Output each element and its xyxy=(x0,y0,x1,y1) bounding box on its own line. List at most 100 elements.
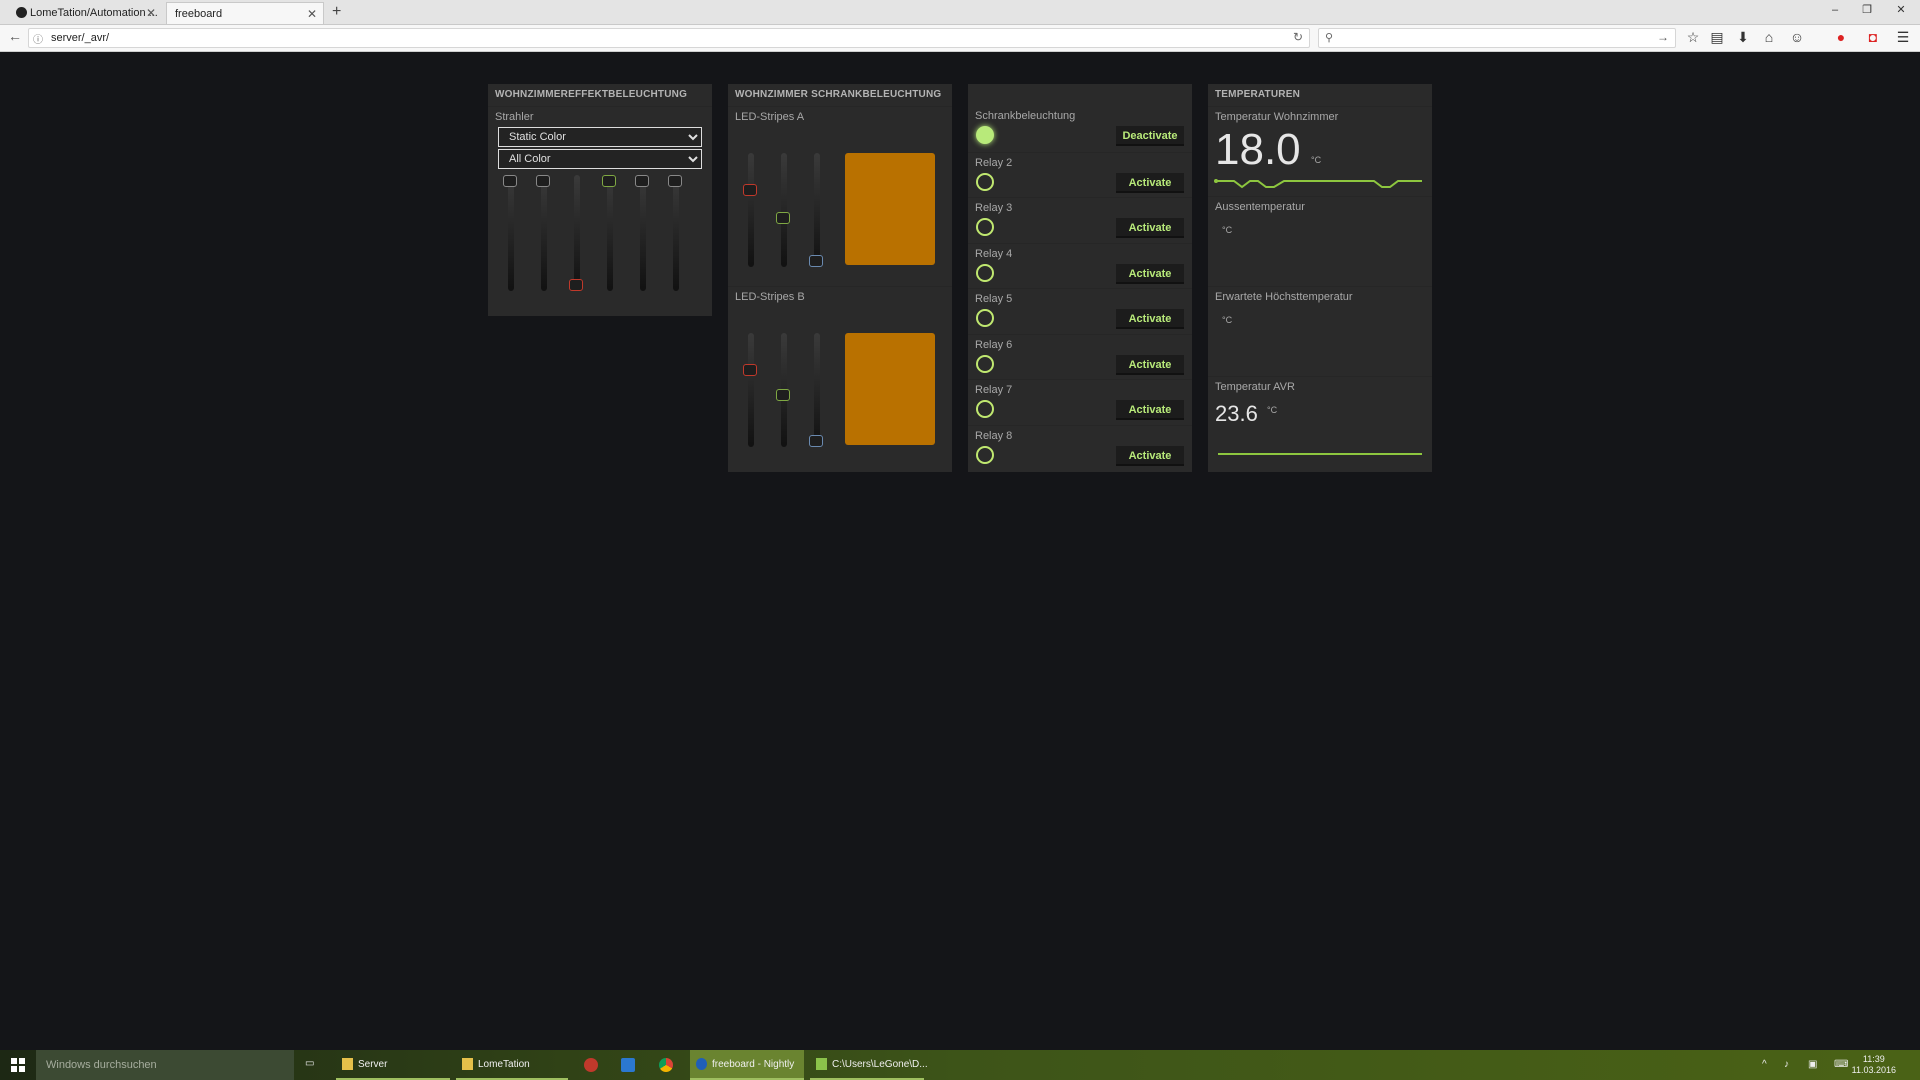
taskbar-item-lometation[interactable]: LomeTation xyxy=(456,1050,568,1080)
new-tab-button[interactable]: + xyxy=(332,2,341,22)
slider-handle[interactable] xyxy=(743,184,757,196)
adblock-icon[interactable]: ● xyxy=(1832,29,1850,45)
back-arrow-icon[interactable]: ← xyxy=(8,28,22,44)
widget-led-stripes-b: LED-Stripes B xyxy=(728,286,952,472)
taskbar-item-label: C:\Users\LeGone\D... xyxy=(832,1059,928,1070)
shield-icon[interactable]: ◘ xyxy=(1864,29,1882,45)
mode-select[interactable]: Static Color xyxy=(498,127,702,147)
widget-aussentemperatur: Aussentemperatur °C xyxy=(1208,196,1432,286)
tray-chevron-icon[interactable]: ^ xyxy=(1762,1059,1767,1070)
level-slider[interactable] xyxy=(809,333,823,447)
pane-relays: Schrankbeleuchtung Deactivate Relay 2 Activ… xyxy=(968,84,1192,472)
relay-indicator-light xyxy=(976,263,994,282)
widget-label: Erwartete Höchsttemperatur xyxy=(1215,291,1353,303)
level-slider[interactable] xyxy=(668,175,682,291)
relay-widget: Relay 4 Activate xyxy=(968,242,1192,289)
level-slider[interactable] xyxy=(743,333,757,447)
home-icon[interactable]: ⌂ xyxy=(1760,29,1778,45)
level-slider[interactable] xyxy=(569,175,583,291)
level-slider[interactable] xyxy=(536,175,550,291)
taskbar-clock[interactable]: 11:39 11.03.2016 xyxy=(1852,1054,1896,1076)
slider-handle[interactable] xyxy=(743,364,757,376)
temp-unit: °C xyxy=(1267,405,1278,415)
slider-handle[interactable] xyxy=(503,175,517,187)
menu-icon[interactable]: ☰ xyxy=(1894,29,1912,46)
star-icon[interactable]: ☆ xyxy=(1684,29,1702,46)
url-text[interactable]: server/_avr/ xyxy=(51,32,109,44)
relay-widget: Relay 2 Activate xyxy=(968,151,1192,198)
go-arrow-icon[interactable]: → xyxy=(1657,30,1669,44)
network-icon[interactable]: ▣ xyxy=(1808,1059,1817,1070)
relay-label: Relay 7 xyxy=(975,384,1013,396)
slider-handle[interactable] xyxy=(635,175,649,187)
color-select[interactable]: All Color xyxy=(498,149,702,169)
reload-icon[interactable]: ↻ xyxy=(1293,30,1303,44)
level-slider[interactable] xyxy=(743,153,757,267)
tab-freeboard[interactable]: freeboard ✕ xyxy=(166,2,324,24)
relay-indicator-light xyxy=(976,400,994,418)
window-close-icon[interactable]: ✕ xyxy=(1886,0,1916,20)
pane-title: TEMPERATUREN xyxy=(1208,84,1432,106)
activate-button[interactable]: Activate xyxy=(1116,445,1184,466)
temp-sparkline xyxy=(1214,179,1422,189)
slider-handle[interactable] xyxy=(602,175,616,187)
level-slider[interactable] xyxy=(776,153,790,267)
activate-button[interactable]: Activate xyxy=(1116,309,1184,329)
activate-button[interactable]: Activate xyxy=(1116,354,1184,375)
widget-strahler: Strahler Static Color All Color xyxy=(488,106,712,316)
tab-github[interactable]: LomeTation/Automation ... ✕ xyxy=(12,2,162,24)
level-slider[interactable] xyxy=(809,153,823,267)
search-input[interactable]: ⚲ → xyxy=(1318,28,1676,48)
level-slider[interactable] xyxy=(602,175,616,291)
taskbar-item-freeboard[interactable]: freeboard - Nightly xyxy=(690,1050,804,1080)
slider-handle[interactable] xyxy=(569,279,583,291)
relay-label: Relay 5 xyxy=(975,293,1013,305)
close-icon[interactable]: ✕ xyxy=(307,3,317,25)
taskbar-search-input[interactable]: Windows durchsuchen xyxy=(36,1050,294,1080)
level-slider[interactable] xyxy=(503,175,517,291)
clock-time: 11:39 xyxy=(1862,1054,1885,1064)
minimize-icon[interactable]: – xyxy=(1820,0,1850,20)
download-icon[interactable]: ⬇ xyxy=(1734,29,1752,46)
slider-handle[interactable] xyxy=(809,435,823,447)
task-view-icon[interactable]: ▭ xyxy=(305,1058,314,1069)
taskbar-item-server[interactable]: Server xyxy=(336,1050,450,1080)
slider-handle[interactable] xyxy=(776,212,790,224)
widget-label: LED-Stripes A xyxy=(735,111,805,123)
widget-label: Strahler xyxy=(495,111,534,123)
info-icon[interactable]: ⓘ xyxy=(33,31,43,46)
volume-icon[interactable]: ♪ xyxy=(1784,1059,1789,1070)
widget-led-stripes-a: LED-Stripes A xyxy=(728,106,952,286)
slider-handle[interactable] xyxy=(668,175,682,187)
folder-icon xyxy=(342,1058,353,1070)
level-slider[interactable] xyxy=(635,175,649,291)
activate-button[interactable]: Activate xyxy=(1116,263,1184,284)
chrome-icon[interactable] xyxy=(659,1058,673,1072)
taskbar-item-editor[interactable]: C:\Users\LeGone\D... xyxy=(810,1050,928,1080)
activate-button[interactable]: Activate xyxy=(1116,172,1184,193)
windows-start-icon[interactable] xyxy=(11,1058,25,1072)
color-swatch-a[interactable] xyxy=(845,153,935,265)
activate-button[interactable]: Activate xyxy=(1116,400,1184,420)
slider-handle[interactable] xyxy=(776,389,790,401)
color-swatch-b[interactable] xyxy=(845,333,935,445)
clipboard-icon[interactable]: ▤ xyxy=(1708,29,1726,46)
slider-handle[interactable] xyxy=(809,255,823,267)
level-slider[interactable] xyxy=(776,333,790,447)
slider-handle[interactable] xyxy=(536,175,550,187)
store-icon[interactable] xyxy=(621,1058,635,1072)
maximize-icon[interactable]: ❐ xyxy=(1852,0,1882,20)
chat-icon[interactable]: ☺ xyxy=(1788,29,1806,45)
close-icon[interactable]: ✕ xyxy=(146,2,156,24)
app-icon[interactable] xyxy=(584,1058,598,1072)
pane-title: WOHNZIMMER SCHRANKBELEUCHTUNG xyxy=(728,84,952,106)
activate-button[interactable]: Activate xyxy=(1116,218,1184,238)
browser-tabbar: LomeTation/Automation ... ✕ freeboard ✕ … xyxy=(0,0,1920,25)
deactivate-button[interactable]: Deactivate xyxy=(1116,126,1184,146)
github-icon xyxy=(16,7,27,18)
keyboard-icon[interactable]: ⌨ xyxy=(1834,1059,1848,1070)
relay-widget: Relay 7 Activate xyxy=(968,379,1192,425)
address-bar[interactable]: ⓘ server/_avr/ ↻ xyxy=(28,28,1310,48)
widget-label: Aussentemperatur xyxy=(1215,201,1305,213)
avr-sparkline xyxy=(1218,453,1422,455)
